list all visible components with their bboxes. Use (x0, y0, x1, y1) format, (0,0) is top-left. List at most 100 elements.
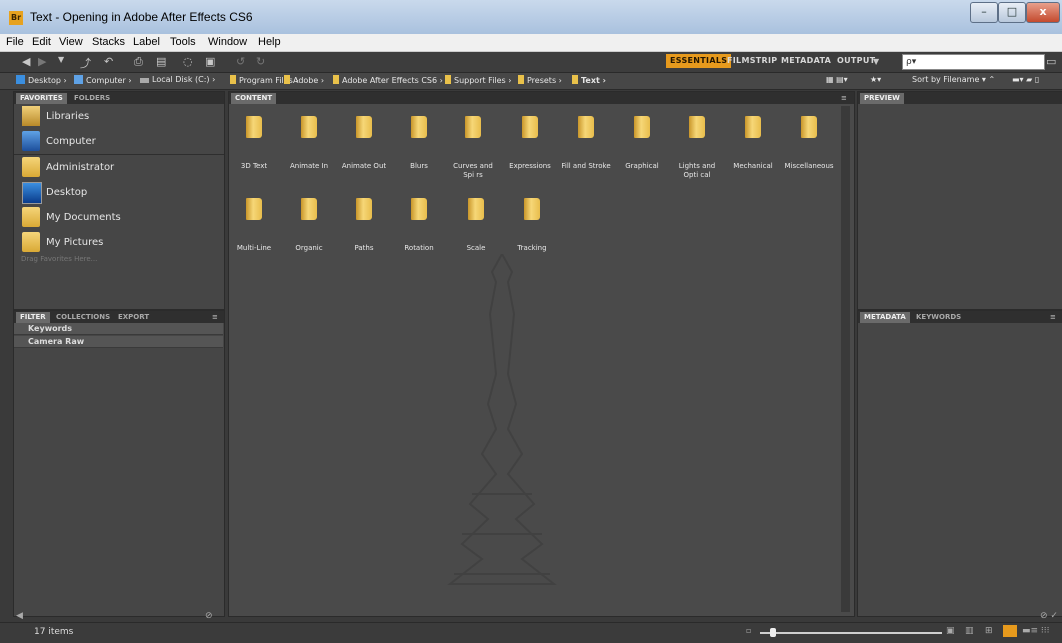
folder-lights-and-optical[interactable]: Lights and Opti cal (671, 116, 723, 180)
folder-expressions[interactable]: Expressions (504, 116, 556, 171)
workspace-filmstrip[interactable]: FILMSTRIP (727, 56, 777, 65)
clear-filter-icon[interactable]: ◀ (16, 611, 23, 621)
sort-label: Sort by Filename (912, 75, 980, 84)
new-folder-icon[interactable]: ▬▾ ▰ ▯ (1012, 75, 1039, 84)
tab-preview[interactable]: PREVIEW (860, 93, 904, 104)
star-filter-icon[interactable]: ★▾ (870, 75, 881, 84)
menu-edit[interactable]: Edit (32, 36, 51, 48)
go-parent-icon[interactable]: ⤴ (80, 55, 91, 71)
tab-collections[interactable]: COLLECTIONS (52, 312, 114, 323)
folder-rotation[interactable]: Rotation (393, 198, 445, 253)
thumbnail-size-slider[interactable] (760, 632, 942, 634)
workspace-metadata[interactable]: METADATA (781, 56, 831, 65)
search-input[interactable]: ρ▾ (902, 54, 1045, 70)
folder-fill-and-stroke[interactable]: Fill and Stroke (560, 116, 612, 171)
folder-curves-and-spirals[interactable]: Curves and Spi rs (447, 116, 499, 180)
refine-icon[interactable]: ▤ (156, 55, 166, 68)
breadcrumb-after-effects[interactable]: Adobe After Effects CS6 › (333, 75, 443, 85)
divider (14, 154, 224, 155)
back-icon[interactable]: ◀ (22, 55, 30, 68)
menu-tools[interactable]: Tools (170, 36, 196, 48)
favorite-administrator[interactable]: Administrator (20, 157, 220, 179)
maximize-button[interactable]: □ (998, 2, 1026, 23)
rotate-left-icon[interactable]: ↺ (236, 55, 245, 68)
breadcrumb-desktop[interactable]: Desktop › (16, 75, 67, 85)
breadcrumb-computer[interactable]: Computer › (74, 75, 132, 85)
filter-lock-icon[interactable]: ⊘ (205, 611, 213, 621)
breadcrumb-local-disk[interactable]: Local Disk (C:) › (140, 75, 215, 84)
minimize-button[interactable]: – (970, 2, 998, 23)
menu-file[interactable]: File (6, 36, 24, 48)
panel-menu-icon[interactable]: ≡ (208, 312, 222, 323)
forward-icon[interactable]: ▶ (38, 55, 46, 68)
get-photos-icon[interactable]: ⎙ (134, 55, 143, 69)
favorite-label: Computer (46, 136, 96, 147)
close-button[interactable]: x (1026, 2, 1060, 23)
favorite-desktop[interactable]: Desktop (20, 182, 220, 204)
folder-icon (801, 116, 817, 138)
tab-filter[interactable]: FILTER (16, 312, 50, 323)
view-list-icon[interactable]: ▬≡ ⁝⁝⁝ (1022, 626, 1050, 636)
return-icon[interactable]: ↶ (104, 55, 113, 68)
folder-icon (745, 116, 761, 138)
recent-dropdown-icon[interactable]: ▼ (58, 55, 64, 64)
menu-label[interactable]: Label (133, 36, 160, 48)
tab-metadata[interactable]: METADATA (860, 312, 910, 323)
panel-menu-icon[interactable]: ≡ (1046, 312, 1060, 323)
folder-graphical[interactable]: Graphical (616, 116, 668, 171)
folder-name: Animate In (289, 162, 329, 170)
workspace-output[interactable]: OUTPUT (837, 56, 875, 65)
favorite-my-documents[interactable]: My Documents (20, 207, 220, 229)
folder-paths[interactable]: Paths (338, 198, 390, 253)
breadcrumb-presets[interactable]: Presets › (518, 75, 562, 85)
workspace-dropdown-icon[interactable]: ▼ (873, 57, 879, 66)
folder-3d-text[interactable]: 3D Text (228, 116, 280, 171)
folder-animate-out[interactable]: Animate Out (338, 116, 390, 171)
slider-handle[interactable] (770, 628, 776, 637)
workspace-essentials[interactable]: ESSENTIALS (666, 54, 732, 68)
tab-favorites[interactable]: FAVORITES (16, 93, 67, 104)
favorite-computer[interactable]: Computer (20, 131, 220, 153)
filter-row-keywords[interactable]: Keywords (14, 323, 223, 335)
menu-window[interactable]: Window (208, 36, 247, 48)
content-scrollbar[interactable] (841, 106, 850, 612)
folder-organic[interactable]: Organic (283, 198, 335, 253)
camera-raw-icon[interactable]: ◌ (183, 55, 193, 68)
folder-scale[interactable]: Scale (450, 198, 502, 253)
metadata-options-icon[interactable]: ⊘ ✓ (1040, 611, 1058, 621)
filter-row-camera-raw[interactable]: Camera Raw (14, 336, 223, 348)
tab-export[interactable]: EXPORT (114, 312, 153, 323)
menu-view[interactable]: View (59, 36, 83, 48)
folder-tracking[interactable]: Tracking (506, 198, 558, 253)
sort-dropdown[interactable]: Sort by Filename ▾ ⌃ (912, 75, 995, 84)
tab-content[interactable]: CONTENT (231, 93, 277, 104)
tab-folders[interactable]: FOLDERS (70, 93, 114, 104)
view-details-icon[interactable] (1003, 625, 1017, 637)
panel-menu-icon[interactable]: ≡ (837, 93, 851, 104)
compact-mode-icon[interactable]: ▭ (1046, 55, 1056, 68)
menu-help[interactable]: Help (258, 36, 281, 48)
tab-keywords[interactable]: KEYWORDS (912, 312, 965, 323)
folder-multi-line[interactable]: Multi-Line (228, 198, 280, 253)
favorite-my-pictures[interactable]: My Pictures (20, 232, 220, 254)
breadcrumb-adobe[interactable]: Adobe › (284, 75, 324, 85)
favorite-libraries[interactable]: Libraries (20, 106, 220, 128)
folder-name: Scale (466, 244, 486, 252)
breadcrumb-support-files[interactable]: Support Files › (445, 75, 511, 85)
view-thumbnails-icon[interactable]: ⊞ (985, 626, 993, 636)
zoom-out-icon[interactable]: ▫ (746, 626, 751, 635)
folder-animate-in[interactable]: Animate In (283, 116, 335, 171)
folder-blurs[interactable]: Blurs (393, 116, 445, 171)
lock-thumbnail-grid-icon[interactable]: ▥ (965, 626, 974, 636)
output-icon[interactable]: ▣ (205, 55, 215, 68)
zoom-in-icon[interactable]: ▣ (946, 626, 955, 636)
menu-stacks[interactable]: Stacks (92, 36, 125, 48)
breadcrumb-label: Text (581, 76, 600, 85)
folder-icon (465, 116, 481, 138)
folder-name: Animate Out (341, 162, 387, 170)
rotate-right-icon[interactable]: ↻ (256, 55, 265, 68)
view-options-icon[interactable]: ▦ ▤▾ (826, 75, 848, 84)
folder-mechanical[interactable]: Mechanical (727, 116, 779, 171)
breadcrumb-text[interactable]: Text › (572, 75, 606, 85)
folder-miscellaneous[interactable]: Miscellaneous (783, 116, 835, 171)
